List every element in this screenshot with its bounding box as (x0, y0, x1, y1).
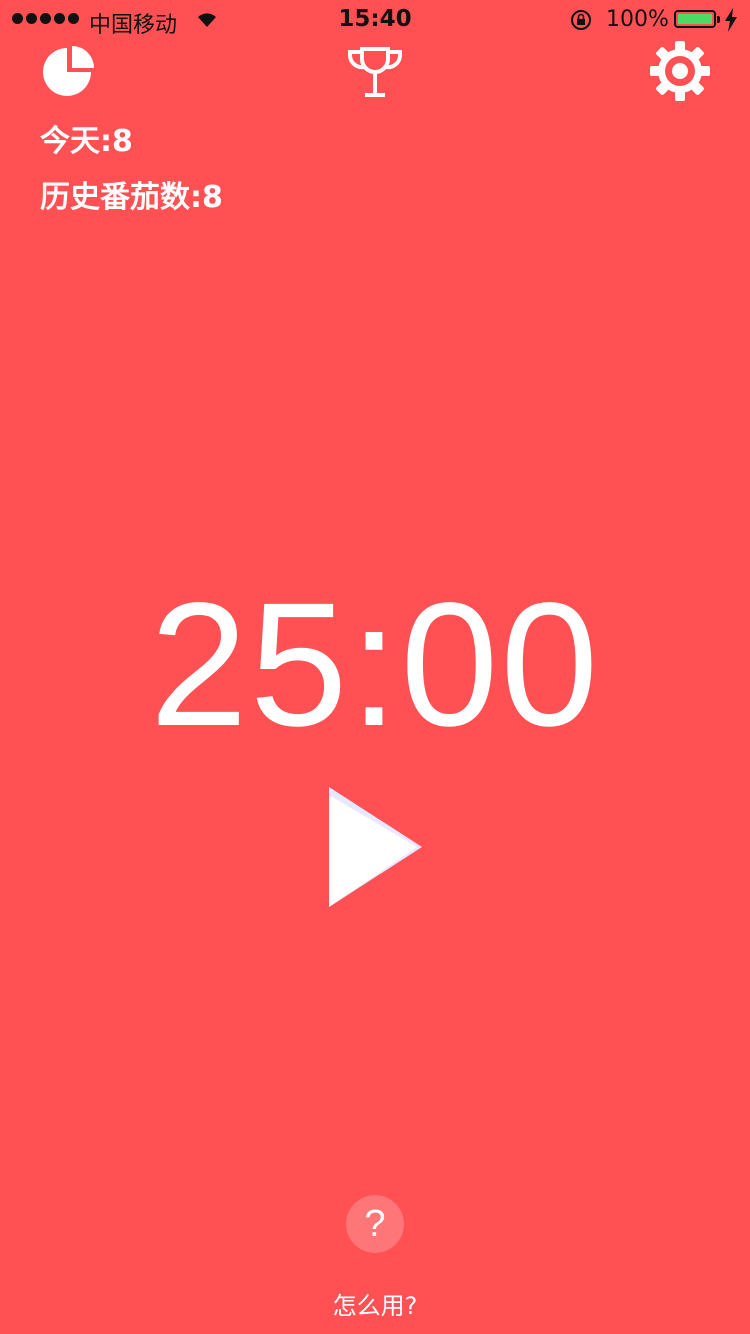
timer-display: 25:00 (149, 567, 601, 763)
battery-percent: 100% (606, 7, 669, 32)
question-mark-icon: ? (364, 1203, 386, 1245)
today-count: 今天:8 (40, 124, 133, 159)
help-label[interactable]: 怎么用? (0, 1286, 750, 1321)
rotation-lock-icon (571, 10, 591, 30)
status-bar: 中国移动 15:40 100% (0, 0, 750, 40)
history-count: 历史番茄数:8 (40, 180, 223, 215)
charging-icon (725, 8, 737, 32)
help-button[interactable]: ? (346, 1195, 404, 1253)
gear-icon[interactable] (648, 39, 712, 103)
play-button[interactable] (328, 786, 424, 908)
battery-icon (674, 10, 720, 28)
pie-chart-icon[interactable] (41, 42, 97, 98)
trophy-icon[interactable] (345, 43, 405, 99)
